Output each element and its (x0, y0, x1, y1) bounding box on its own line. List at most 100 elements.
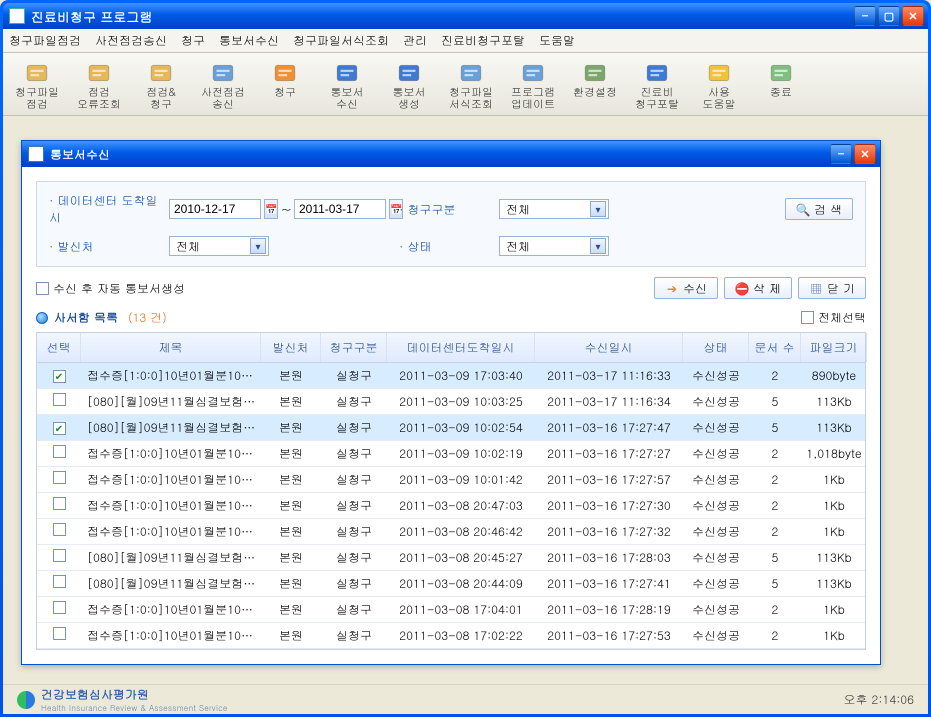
row-checkbox[interactable] (53, 523, 66, 536)
auto-gen-checkbox[interactable] (36, 282, 49, 295)
menu-item[interactable]: 청구 (181, 32, 205, 49)
table-row[interactable]: 접수증[1:0:0]10년01월분1001…본원실청구2011-03-08 20… (37, 493, 865, 519)
delete-button[interactable]: ⛔ 삭 제 (724, 277, 792, 299)
close-button-inner[interactable]: ▦ 닫 기 (798, 277, 866, 299)
select-all-checkbox[interactable] (801, 311, 814, 324)
receive-button-label: 수신 (683, 280, 707, 297)
tool-check-claim[interactable]: 점검& 청구 (133, 57, 189, 113)
row-arrival: 2011-03-08 20:47:03 (387, 493, 535, 518)
claim-type-combo[interactable]: 전체 ▾ (499, 199, 609, 219)
row-received: 2011-03-17 11:16:34 (535, 389, 683, 414)
table-row[interactable]: 접수증[1:0:0]10년01월분1001…본원실청구2011-03-08 17… (37, 623, 865, 649)
row-title: 접수증[1:0:0]10년01월분1001… (81, 363, 261, 388)
row-title: 접수증[1:0:0]10년01월분1001… (81, 467, 261, 492)
tool-file-check[interactable]: 청구파일 점검 (9, 57, 65, 113)
row-docs: 5 (749, 571, 801, 596)
table-row[interactable]: [080][월]09년11월심결보험…본원실청구2011-03-08 20:44… (37, 571, 865, 597)
sender-value: 전체 (176, 238, 200, 255)
tool-label: 환경설정 (573, 87, 617, 99)
magnifier-icon (208, 59, 238, 87)
table-row[interactable]: 접수증[1:0:0]10년01월분1001…본원실청구2011-03-08 17… (37, 597, 865, 623)
tool-label: 종료 (770, 87, 792, 99)
app-titlebar: 진료비청구 프로그램 – ▢ ✕ (3, 3, 928, 29)
tool-help[interactable]: 사용 도움말 (691, 57, 747, 113)
tool-claim[interactable]: 청구 (257, 57, 313, 113)
tool-precheck-send[interactable]: 사전점검 송신 (195, 57, 251, 113)
tool-error-view[interactable]: 점검 오류조회 (71, 57, 127, 113)
close-button[interactable]: ✕ (902, 6, 924, 26)
row-claim: 실청구 (321, 467, 387, 492)
column-header[interactable]: 파일크기 (801, 333, 867, 362)
search-button[interactable]: 🔍 검 색 (785, 198, 853, 220)
tool-settings[interactable]: 환경설정 (567, 57, 623, 113)
row-received: 2011-03-16 17:27:27 (535, 441, 683, 466)
tool-label: 사전점검 송신 (201, 87, 245, 111)
column-header[interactable]: 상태 (683, 333, 749, 362)
notice-close-icon-button[interactable]: ✕ (854, 144, 876, 164)
menu-bar: 청구파일점검 사전점검송신 청구 통보서수신 청구파일서식조회 관리 진료비청구포탈 도움말 (3, 29, 928, 53)
receive-button[interactable]: ➔ 수신 (654, 277, 718, 299)
menu-item[interactable]: 통보서수신 (219, 32, 279, 49)
tool-update[interactable]: 프로그램 업데이트 (505, 57, 561, 113)
table-row[interactable]: 접수증[1:0:0]10년01월분1001…본원실청구2011-03-09 17… (37, 363, 865, 389)
column-header[interactable]: 청구구분 (321, 333, 387, 362)
table-row[interactable]: 접수증[1:0:0]10년01월분1001…본원실청구2011-03-09 10… (37, 467, 865, 493)
date-from-input[interactable] (169, 199, 261, 219)
row-checkbox-cell (37, 597, 81, 622)
row-checkbox[interactable] (53, 549, 66, 562)
calendar-from-button[interactable]: 📅 (264, 199, 278, 219)
maximize-button[interactable]: ▢ (878, 6, 900, 26)
row-checkbox[interactable] (53, 422, 66, 435)
row-checkbox[interactable] (53, 575, 66, 588)
row-claim: 실청구 (321, 623, 387, 648)
column-header[interactable]: 제목 (81, 333, 261, 362)
tool-notice-gen[interactable]: 통보서 생성 (381, 57, 437, 113)
tool-label: 통보서 생성 (393, 87, 426, 111)
row-sender: 본원 (261, 545, 321, 570)
date-to-input[interactable] (294, 199, 386, 219)
column-header[interactable]: 문서 수 (749, 333, 801, 362)
menu-item[interactable]: 관리 (403, 32, 427, 49)
date-range: 📅 ~ 📅 (169, 199, 399, 219)
row-checkbox[interactable] (53, 393, 66, 406)
table-row[interactable]: 접수증[1:0:0]10년01월분1001…본원실청구2011-03-09 10… (37, 441, 865, 467)
row-docs: 2 (749, 363, 801, 388)
menu-item[interactable]: 청구파일점검 (9, 32, 81, 49)
magnifier-icon (456, 59, 486, 87)
search-panel: 데이터센터 도착일시 📅 ~ 📅 청구구분 (36, 181, 866, 267)
row-checkbox[interactable] (53, 497, 66, 510)
row-checkbox[interactable] (53, 370, 66, 383)
table-row[interactable]: [080][월]09년11월심결보험…본원실청구2011-03-08 20:45… (37, 545, 865, 571)
menu-item[interactable]: 청구파일서식조회 (293, 32, 389, 49)
mid-row: 수신 후 자동 통보서생성 ➔ 수신 ⛔ 삭 제 (36, 277, 866, 299)
tool-label: 프로그램 업데이트 (511, 87, 555, 111)
table-row[interactable]: [080][월]09년11월심결보험…본원실청구2011-03-09 10:02… (37, 415, 865, 441)
status-combo[interactable]: 전체 ▾ (499, 236, 609, 256)
table-row[interactable]: 접수증[1:0:0]10년01월분1001…본원실청구2011-03-08 20… (37, 519, 865, 545)
tool-exit[interactable]: 종료 (753, 57, 809, 113)
tool-notice-recv[interactable]: 통보서 수신 (319, 57, 375, 113)
row-checkbox[interactable] (53, 601, 66, 614)
menu-item[interactable]: 사전점검송신 (95, 32, 167, 49)
sender-combo[interactable]: 전체 ▾ (169, 236, 269, 256)
row-checkbox-cell (37, 363, 81, 388)
table-row[interactable]: [080][월]09년11월심결보험…본원실청구2011-03-09 10:03… (37, 389, 865, 415)
row-size: 113Kb (801, 571, 865, 596)
menu-item[interactable]: 도움말 (539, 32, 575, 49)
column-header[interactable]: 수신일시 (535, 333, 683, 362)
column-header[interactable]: 선택 (37, 333, 81, 362)
column-header[interactable]: 발신처 (261, 333, 321, 362)
column-header[interactable]: 데이터센터도착일시 (387, 333, 535, 362)
tool-format[interactable]: 청구파일 서식조회 (443, 57, 499, 113)
notice-minimize-button[interactable]: – (830, 144, 852, 164)
grid-body[interactable]: 접수증[1:0:0]10년01월분1001…본원실청구2011-03-09 17… (37, 363, 865, 649)
row-docs: 5 (749, 389, 801, 414)
row-checkbox[interactable] (53, 627, 66, 640)
tool-portal[interactable]: 진료비 청구포탈 (629, 57, 685, 113)
chevron-down-icon: ▾ (250, 238, 266, 254)
menu-item[interactable]: 진료비청구포탈 (441, 32, 525, 49)
minimize-button[interactable]: – (854, 6, 876, 26)
row-checkbox[interactable] (53, 471, 66, 484)
row-checkbox[interactable] (53, 445, 66, 458)
org-logo-icon (17, 691, 35, 709)
